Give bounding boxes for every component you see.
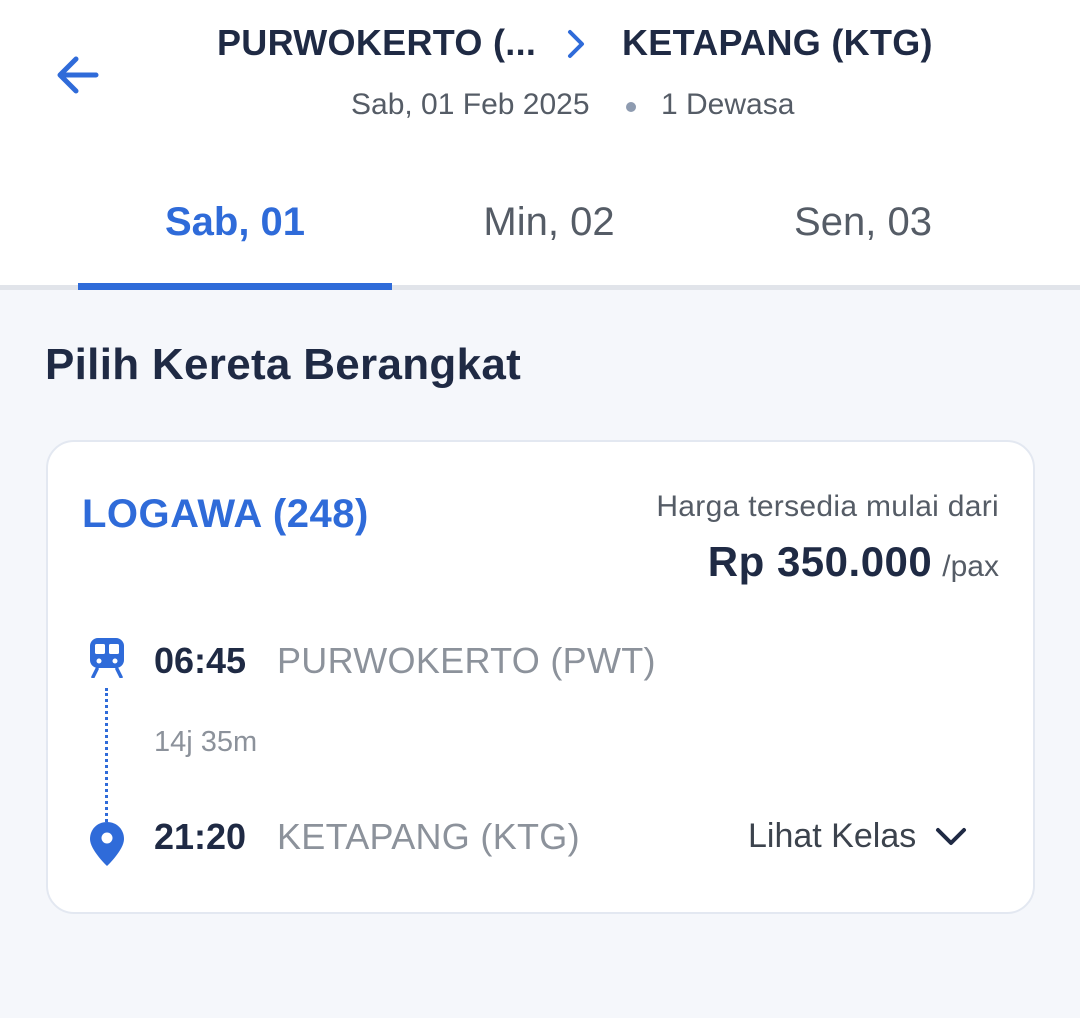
location-pin-icon <box>90 822 124 866</box>
trip-summary: Sab, 01 Feb 2025 1 Dewasa <box>0 88 1080 128</box>
view-class-button[interactable]: Lihat Kelas <box>748 814 998 858</box>
train-name: LOGAWA (248) <box>82 492 369 536</box>
train-icon <box>90 638 124 678</box>
separator-dot <box>626 102 636 112</box>
tab-date-1[interactable]: Sab, 01 <box>78 170 392 286</box>
passenger-count: 1 Dewasa <box>661 88 795 121</box>
chevron-down-icon <box>936 828 967 845</box>
departure-time: 06:45 <box>154 640 247 681</box>
destination-station: KETAPANG (KTG) <box>622 22 933 63</box>
route-line <box>105 688 108 822</box>
header: PURWOKERTO (... KETAPANG (KTG) Sab, 01 F… <box>0 0 1080 290</box>
price-unit: /pax <box>942 550 999 583</box>
trip-duration: 14j 35m <box>154 726 258 758</box>
arrival-time: 21:20 <box>154 816 247 857</box>
view-class-label: Lihat Kelas <box>748 816 917 855</box>
price-row: Rp 350.000 /pax <box>708 538 999 586</box>
price-caption: Harga tersedia mulai dari <box>656 490 999 523</box>
travel-date: Sab, 01 Feb 2025 <box>351 88 590 121</box>
tab-date-3[interactable]: Sen, 03 <box>706 170 1020 286</box>
train-card[interactable]: LOGAWA (248) Harga tersedia mulai dari R… <box>46 440 1035 914</box>
active-tab-indicator <box>78 283 392 290</box>
tab-date-2[interactable]: Min, 02 <box>392 170 706 286</box>
departure-station: PURWOKERTO (PWT) <box>277 640 656 681</box>
route-title: PURWOKERTO (... KETAPANG (KTG) <box>0 22 1080 66</box>
chevron-right-icon <box>568 30 584 58</box>
section-title: Pilih Kereta Berangkat <box>45 340 522 389</box>
arrival-station: KETAPANG (KTG) <box>277 816 580 857</box>
price-value: Rp 350.000 <box>707 538 933 585</box>
date-tabs: Sab, 01 Min, 02 Sen, 03 <box>0 170 1080 290</box>
origin-station: PURWOKERTO (... <box>217 22 537 63</box>
